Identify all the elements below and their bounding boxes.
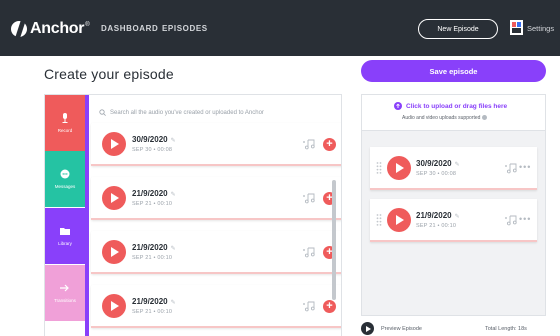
episode-segment[interactable]: 21/9/2020 ✎ SEP 21 • 00:10 ••• <box>370 199 537 242</box>
library-item-meta: SEP 21 • 00:10 <box>132 309 173 315</box>
add-music-icon[interactable] <box>303 139 316 150</box>
segment-meta: SEP 21 • 00:10 <box>416 223 457 229</box>
tab-messages-label: Messages <box>54 184 76 189</box>
tab-transitions-label: Transitions <box>54 298 76 303</box>
logo-text: Anchor <box>30 20 85 37</box>
add-to-episode-button[interactable]: + <box>323 138 336 151</box>
page-title: Create your episode <box>44 66 174 82</box>
add-music-icon[interactable] <box>303 193 316 204</box>
segment-title: 30/9/2020 ✎ <box>416 159 460 168</box>
play-button[interactable] <box>102 294 126 318</box>
nav-episodes[interactable]: EPISODES <box>162 24 208 33</box>
tab-messages[interactable]: Messages <box>45 151 85 207</box>
tab-transitions[interactable]: Transitions <box>45 265 85 321</box>
nav-dashboard[interactable]: DASHBOARD <box>101 24 158 33</box>
tab-record[interactable]: Record <box>45 95 85 151</box>
new-episode-button[interactable]: New Episode <box>418 19 498 39</box>
library-scrollbar[interactable] <box>332 180 336 300</box>
preview-episode-button[interactable]: Preview Episode <box>361 322 422 335</box>
more-options-icon[interactable]: ••• <box>341 138 342 148</box>
search-icon <box>99 109 106 116</box>
library-item-meta: SEP 21 • 00:10 <box>132 255 173 261</box>
library-item[interactable]: 21/9/2020✎ SEP 21 • 00:10 + ••• <box>91 177 342 220</box>
library-item-title: 21/9/2020 ✎ <box>132 297 176 306</box>
top-nav-bar: Anchor ® DASHBOARD EPISODES New Episode … <box>0 0 560 56</box>
segment-meta: SEP 30 • 00:08 <box>416 171 457 177</box>
upload-support-note: Audio and video uploads supported <box>402 115 488 121</box>
add-music-icon[interactable] <box>303 301 316 312</box>
search-input[interactable]: Search all the audio you've created or u… <box>110 110 264 116</box>
play-button[interactable] <box>387 208 411 232</box>
active-tab-stripe <box>85 95 89 336</box>
anchor-logo[interactable]: Anchor ® <box>11 20 90 38</box>
play-button[interactable] <box>102 240 126 264</box>
more-options-icon[interactable]: ••• <box>341 192 342 202</box>
library-item-title: 21/9/2020 ✎ <box>132 243 176 252</box>
anchor-logo-icon <box>11 21 27 37</box>
tab-record-label: Record <box>57 128 73 133</box>
edit-pencil-icon[interactable]: ✎ <box>171 300 176 306</box>
save-episode-button[interactable]: Save episode <box>361 60 546 82</box>
message-icon <box>60 169 70 179</box>
play-circle-icon <box>361 322 374 335</box>
play-button[interactable] <box>387 156 411 180</box>
logo-registered-mark: ® <box>85 22 90 28</box>
upload-dropzone[interactable]: Click to upload or drag files here Audio… <box>362 95 545 131</box>
episode-builder-panel: Click to upload or drag files here Audio… <box>361 94 546 316</box>
add-to-episode-button[interactable]: + <box>323 300 336 313</box>
upload-link[interactable]: Click to upload or drag files here <box>394 102 507 110</box>
upload-icon <box>394 102 402 110</box>
library-item-title: 30/9/2020 ✎ <box>132 135 176 144</box>
settings-avatar-icon[interactable] <box>510 20 523 35</box>
drag-handle-icon[interactable] <box>376 161 382 175</box>
total-length: Total Length: 18s <box>485 326 527 332</box>
library-item-meta: SEP 30 • 00:08 <box>132 147 173 153</box>
segment-title: 21/9/2020 ✎ <box>416 211 460 220</box>
edit-pencil-icon[interactable]: ✎ <box>171 138 176 144</box>
library-item[interactable]: 21/9/2020✎ SEP 21 • 00:10 + ••• <box>91 285 342 328</box>
library-item[interactable]: 30/9/2020✎ SEP 30 • 00:08 + ••• <box>91 123 342 166</box>
info-icon[interactable] <box>482 115 488 121</box>
preview-episode-label: Preview Episode <box>381 325 422 332</box>
edit-pencil-icon[interactable]: ✎ <box>171 192 176 198</box>
more-options-icon[interactable]: ••• <box>519 162 531 172</box>
tab-library-label: Library <box>58 241 72 246</box>
library-item-meta: SEP 21 • 00:10 <box>132 201 173 207</box>
more-options-icon[interactable]: ••• <box>341 246 342 256</box>
add-music-icon[interactable] <box>505 215 518 226</box>
library-item-title: 21/9/2020 ✎ <box>132 189 176 198</box>
episode-segment[interactable]: 30/9/2020 ✎ SEP 30 • 00:08 ••• <box>370 147 537 190</box>
edit-pencil-icon[interactable]: ✎ <box>171 246 176 252</box>
drag-handle-icon[interactable] <box>376 213 382 227</box>
play-button[interactable] <box>102 186 126 210</box>
arrow-right-icon <box>60 284 69 292</box>
library-item[interactable]: 21/9/2020✎ SEP 21 • 00:10 + ••• <box>91 231 342 274</box>
edit-pencil-icon[interactable]: ✎ <box>455 162 460 168</box>
library-search[interactable]: Search all the audio you've created or u… <box>99 109 264 116</box>
library-panel: Record Messages Library Transitions Sear… <box>44 94 342 336</box>
settings-link[interactable]: Settings <box>527 24 554 33</box>
side-tabs: Record Messages Library Transitions <box>45 95 85 336</box>
add-music-icon[interactable] <box>303 247 316 258</box>
edit-pencil-icon[interactable]: ✎ <box>455 214 460 220</box>
folder-icon <box>60 228 70 235</box>
play-button[interactable] <box>102 132 126 156</box>
upload-link-text: Click to upload or drag files here <box>406 102 508 110</box>
tab-library[interactable]: Library <box>45 208 85 264</box>
more-options-icon[interactable]: ••• <box>519 214 531 224</box>
microphone-icon <box>62 113 68 123</box>
more-options-icon[interactable]: ••• <box>341 300 342 310</box>
add-music-icon[interactable] <box>505 163 518 174</box>
